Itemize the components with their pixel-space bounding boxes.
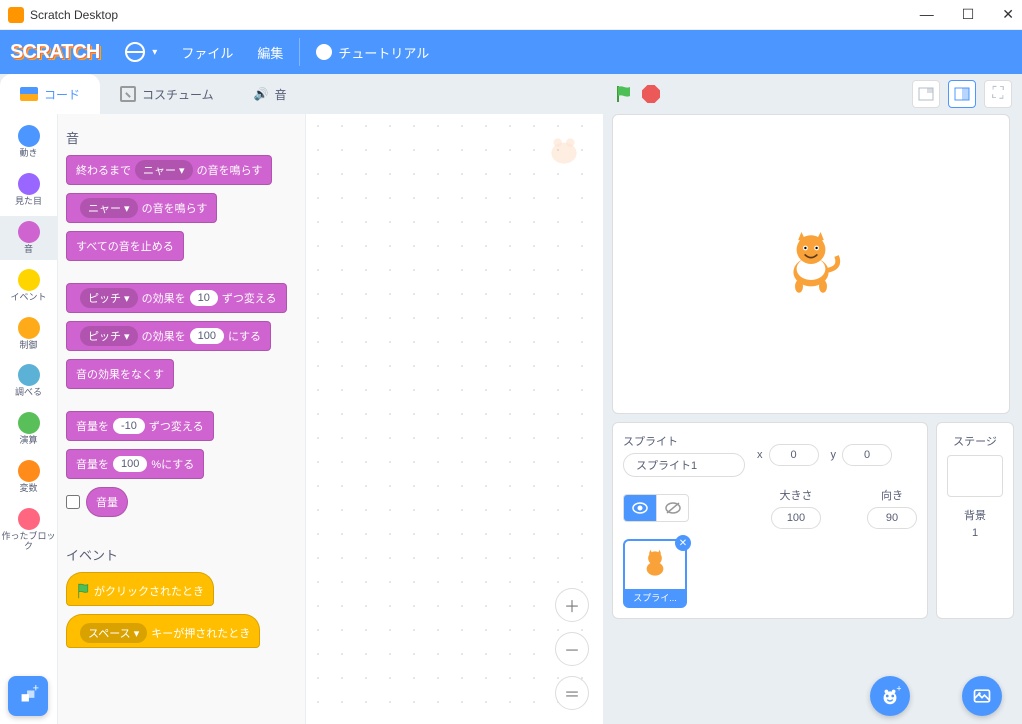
sprite-list: ✕ スプライ... bbox=[623, 539, 917, 608]
category-演算[interactable]: 演算 bbox=[0, 407, 57, 451]
zoom-out-button[interactable]: － bbox=[555, 632, 589, 666]
sprite-visible-button[interactable] bbox=[624, 495, 656, 521]
category-イベント[interactable]: イベント bbox=[0, 264, 57, 308]
delete-sprite-button[interactable]: ✕ bbox=[675, 535, 691, 551]
close-button[interactable]: ✕ bbox=[1002, 6, 1014, 23]
add-backdrop-button[interactable] bbox=[962, 676, 1002, 716]
stage-fullscreen[interactable]: ⛶ bbox=[984, 80, 1012, 108]
divider bbox=[299, 38, 300, 66]
category-制御[interactable]: 制御 bbox=[0, 312, 57, 356]
sprite-label: スプライト bbox=[623, 433, 678, 449]
minimize-button[interactable]: — bbox=[920, 6, 934, 23]
bulb-icon bbox=[316, 44, 332, 60]
block-when-key-pressed[interactable]: スペース ▾ キーが押されたとき bbox=[66, 614, 260, 648]
volume-monitor-checkbox[interactable] bbox=[66, 495, 80, 509]
sprite-thumb[interactable]: ✕ スプライ... bbox=[623, 539, 687, 608]
language-menu[interactable]: ▾ bbox=[113, 30, 169, 74]
stage-header: ⛶ bbox=[604, 74, 1022, 114]
svg-text:+: + bbox=[33, 685, 39, 694]
stage-size-small[interactable] bbox=[912, 80, 940, 108]
stage-panel: ステージ 背景 1 bbox=[936, 422, 1014, 619]
edit-menu[interactable]: 編集 bbox=[245, 30, 295, 74]
category-動き[interactable]: 動き bbox=[0, 120, 57, 164]
stage[interactable] bbox=[612, 114, 1010, 414]
stage-thumb[interactable] bbox=[947, 455, 1003, 497]
category-見た目[interactable]: 見た目 bbox=[0, 168, 57, 212]
sound-icon: 🔊 bbox=[254, 87, 269, 101]
block-palette[interactable]: 音 終わるまで ニャー ▾ の音を鳴らす ニャー ▾ の音を鳴らす すべての音を… bbox=[58, 114, 306, 724]
sprite-info-panel: スプライト x 0 y 0 bbox=[612, 422, 928, 619]
block-when-flag-clicked[interactable]: がクリックされたとき bbox=[66, 572, 214, 606]
globe-icon bbox=[125, 42, 145, 62]
titlebar: Scratch Desktop — ☐ ✕ bbox=[0, 0, 1022, 30]
sprite-direction[interactable]: 90 bbox=[867, 507, 917, 529]
menubar: SCRATCH ▾ ファイル 編集 チュートリアル bbox=[0, 30, 1022, 74]
sprite-y[interactable]: 0 bbox=[842, 444, 892, 466]
tab-code[interactable]: コード bbox=[0, 74, 100, 114]
block-play-sound[interactable]: ニャー ▾ の音を鳴らす bbox=[66, 193, 217, 223]
sprite-hidden-button[interactable] bbox=[656, 495, 688, 521]
maximize-button[interactable]: ☐ bbox=[962, 6, 975, 23]
category-作ったブロック[interactable]: 作ったブロック bbox=[0, 503, 57, 557]
editor-tabs: コード コスチューム 🔊 音 bbox=[0, 74, 603, 114]
svg-text:+: + bbox=[896, 685, 901, 693]
app-icon bbox=[8, 7, 24, 23]
block-play-sound-until-done[interactable]: 終わるまで ニャー ▾ の音を鳴らす bbox=[66, 155, 272, 185]
window-title: Scratch Desktop bbox=[30, 8, 118, 22]
block-change-effect[interactable]: ピッチ ▾ の効果を 10 ずつ変える bbox=[66, 283, 287, 313]
block-stop-all-sounds[interactable]: すべての音を止める bbox=[66, 231, 184, 261]
sprite-watermark bbox=[543, 130, 585, 172]
sprite-name-input[interactable] bbox=[623, 453, 745, 477]
zoom-reset-button[interactable]: ＝ bbox=[555, 676, 589, 710]
block-set-effect[interactable]: ピッチ ▾ の効果を 100 にする bbox=[66, 321, 271, 351]
chevron-down-icon: ▾ bbox=[152, 47, 157, 58]
tab-costumes[interactable]: コスチューム bbox=[100, 74, 234, 114]
costume-icon bbox=[120, 86, 136, 102]
block-volume-reporter[interactable]: 音量 bbox=[86, 487, 128, 517]
zoom-in-button[interactable]: ＋ bbox=[555, 588, 589, 622]
green-flag-button[interactable] bbox=[614, 84, 634, 104]
section-events: イベント bbox=[66, 545, 301, 564]
block-clear-sound-effects[interactable]: 音の効果をなくす bbox=[66, 359, 174, 389]
sprite-size[interactable]: 100 bbox=[771, 507, 821, 529]
add-extension-button[interactable]: + bbox=[8, 676, 48, 716]
file-menu[interactable]: ファイル bbox=[169, 30, 245, 74]
workspace[interactable]: ＋ － ＝ bbox=[306, 114, 603, 724]
sprite-cat[interactable] bbox=[771, 224, 851, 304]
stop-button[interactable] bbox=[642, 85, 660, 103]
tutorials-menu[interactable]: チュートリアル bbox=[304, 30, 441, 74]
section-sound: 音 bbox=[66, 128, 301, 147]
flag-icon bbox=[76, 582, 94, 600]
stage-size-large[interactable] bbox=[948, 80, 976, 108]
scratch-logo[interactable]: SCRATCH bbox=[10, 41, 99, 64]
category-調べる[interactable]: 調べる bbox=[0, 359, 57, 403]
sprite-x[interactable]: 0 bbox=[769, 444, 819, 466]
category-column: 動き見た目音イベント制御調べる演算変数作ったブロック bbox=[0, 114, 58, 724]
category-変数[interactable]: 変数 bbox=[0, 455, 57, 499]
add-sprite-button[interactable]: + bbox=[870, 676, 910, 716]
category-音[interactable]: 音 bbox=[0, 216, 57, 260]
block-set-volume[interactable]: 音量を 100 %にする bbox=[66, 449, 204, 479]
tab-sounds[interactable]: 🔊 音 bbox=[234, 74, 307, 114]
code-icon bbox=[20, 87, 38, 101]
block-change-volume[interactable]: 音量を -10 ずつ変える bbox=[66, 411, 214, 441]
